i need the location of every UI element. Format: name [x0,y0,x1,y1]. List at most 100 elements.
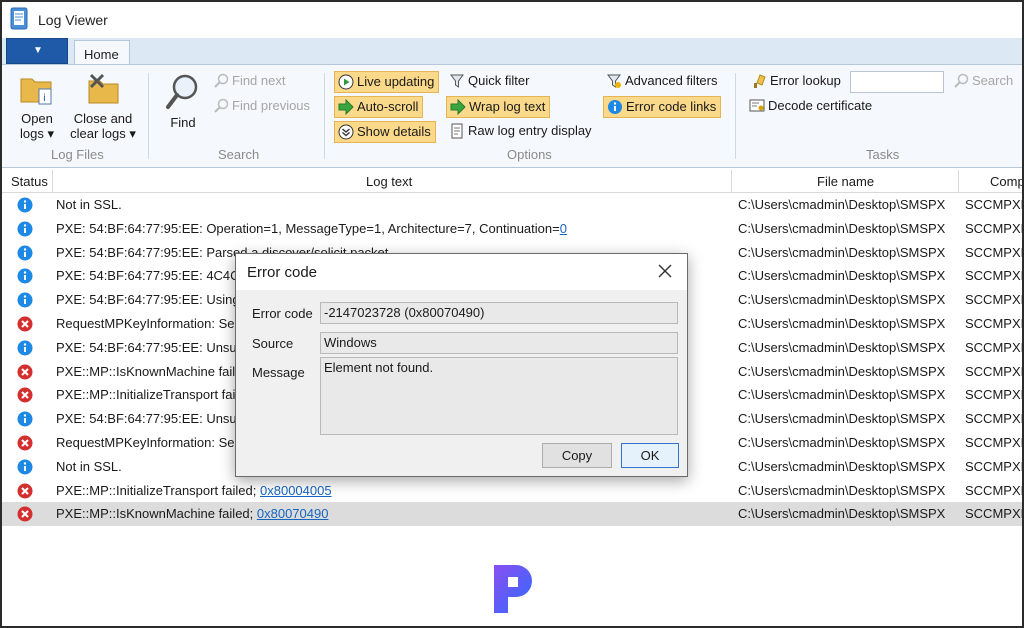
log-text: PXE::MP::InitializeTransport fai [56,387,236,403]
table-row[interactable]: PXE::MP::IsKnownMachine failed; 0x800704… [2,502,1022,527]
component-cell: SCCMPXE [965,339,1024,355]
copy-button[interactable]: Copy [542,443,612,468]
wrap-log-text-label: Wrap log text [469,99,546,114]
error-lookup-button[interactable]: Error lookup [748,71,845,93]
close-logs-label: Close and clear logs ▾ [70,111,136,141]
info-icon [17,268,33,284]
ribbon-divider [735,73,736,159]
document-icon [451,123,463,139]
log-text-cell: RequestMPKeyInformation: Se [56,316,234,331]
error-lookup-input[interactable] [850,71,944,93]
open-logs-button[interactable]: i Open logs ▾ [12,73,62,141]
ribbon: i Open logs ▾ Close and clear logs ▾ Log… [2,64,1022,168]
error-code-link[interactable]: 0x80070490 [257,506,329,521]
info-icon [17,292,33,308]
live-updating-toggle[interactable]: Live updating [334,71,440,93]
dialog-title-bar: Error code [236,254,687,290]
find-button[interactable]: Find [162,73,204,130]
magnifier-icon [166,74,198,109]
error-icon [17,506,33,522]
table-row[interactable]: Not in SSL. C:\Users\cmadmin\Desktop\SMSP… [2,193,1022,217]
log-text: Not in SSL. [56,458,122,474]
info-icon [17,245,33,261]
key-icon [754,74,766,88]
advanced-filters-button[interactable]: Advanced filters [603,71,722,93]
log-table-header: Status Log text File name Comp [2,170,1022,193]
column-header-file-name[interactable]: File name [817,174,874,189]
find-previous-label: Find previous [232,98,311,113]
table-row[interactable]: PXE::MP::InitializeTransport failed; 0x8… [2,479,1022,503]
play-icon [338,74,354,90]
column-divider[interactable] [52,170,53,193]
arrow-right-icon [338,99,354,115]
log-text: PXE: 54:BF:64:77:95:EE: Operation=1, Mes… [56,220,560,236]
file-name-cell: C:\Users\cmadmin\Desktop\SMSPX [738,387,946,403]
log-text: PXE::MP::IsKnownMachine fail [56,363,236,379]
ok-button[interactable]: OK [621,443,679,468]
column-header-status[interactable]: Status [11,174,48,189]
error-search-button[interactable]: Search [950,71,1017,93]
error-code-field[interactable]: -2147023728 (0x80070490) [320,302,678,324]
file-menu-button[interactable]: ▼ [6,38,68,64]
live-updating-label: Live updating [357,74,435,89]
group-label-tasks: Tasks [866,147,900,162]
log-text-cell: Not in SSL. [56,459,122,474]
info-icon [17,459,33,475]
auto-scroll-toggle[interactable]: Auto-scroll [334,96,424,118]
logo-watermark [494,565,532,613]
chevron-down-icon: ▼ [33,45,43,56]
tab-home-label: Home [84,47,119,62]
component-cell: SCCMPXE [965,434,1024,450]
error-code-link[interactable]: 0x80004005 [260,483,332,498]
column-divider[interactable] [958,170,959,193]
error-lookup-label: Error lookup [770,73,841,88]
search-icon [954,73,969,88]
log-text: PXE: 54:BF:64:77:95:EE: 4C4C4 [56,268,247,284]
log-text-cell: Not in SSL. [56,197,122,212]
find-next-label: Find next [232,73,286,88]
filter-icon [450,74,464,88]
file-name-cell: C:\Users\cmadmin\Desktop\SMSPX [738,292,946,308]
close-icon[interactable] [657,263,673,279]
ribbon-divider [148,73,149,159]
component-cell: SCCMPXE [965,268,1024,284]
column-header-component[interactable]: Comp [990,174,1022,189]
message-label: Message [252,365,305,380]
error-code-links-toggle[interactable]: Error code links [603,96,722,118]
quick-filter-button[interactable]: Quick filter [446,71,533,93]
error-code-link[interactable]: 0 [560,221,567,236]
log-text-cell: PXE: 54:BF:64:77:95:EE: Operation=1, Mes… [56,221,567,236]
tab-home[interactable]: Home [74,40,130,66]
log-text-cell: PXE: 54:BF:64:77:95:EE: 4C4C4 [56,268,247,283]
error-icon [17,316,33,332]
column-header-log-text[interactable]: Log text [366,174,412,189]
window-title: Log Viewer [38,12,108,28]
log-text-cell: PXE::MP::InitializeTransport fai [56,387,235,402]
log-viewer-app-icon [10,7,28,30]
file-name-cell: C:\Users\cmadmin\Desktop\SMSPX [738,244,946,260]
wrap-log-text-toggle[interactable]: Wrap log text [446,96,551,118]
component-cell: SCCMPXE [965,197,1024,212]
message-field[interactable]: Element not found. [320,357,678,435]
decode-certificate-label: Decode certificate [768,98,873,113]
column-divider[interactable] [731,170,732,193]
component-cell: SCCMPXE [965,244,1024,260]
show-details-toggle[interactable]: Show details [334,121,436,143]
table-row[interactable]: PXE: 54:BF:64:77:95:EE: Operation=1, Mes… [2,217,1022,241]
file-name-cell: C:\Users\cmadmin\Desktop\SMSPX [738,411,946,427]
raw-log-entry-display-button[interactable]: Raw log entry display [446,121,596,143]
find-previous-button[interactable]: Find previous [210,96,314,118]
file-name-cell: C:\Users\cmadmin\Desktop\SMSPX [738,482,946,498]
info-icon [17,411,33,427]
decode-certificate-button[interactable]: Decode certificate [746,96,876,118]
log-text: PXE: 54:BF:64:77:95:EE: Using I [56,292,247,308]
info-icon [17,221,33,237]
source-field[interactable]: Windows [320,332,678,354]
find-next-button[interactable]: Find next [210,71,289,93]
dialog-title: Error code [247,264,318,281]
log-text-cell: PXE: 54:BF:64:77:95:EE: Unsuc [56,340,243,355]
close-and-clear-logs-button[interactable]: Close and clear logs ▾ [68,73,138,141]
find-label: Find [170,115,196,130]
component-cell: SCCMPXE [965,220,1024,236]
error-code-label: Error code [252,306,313,321]
